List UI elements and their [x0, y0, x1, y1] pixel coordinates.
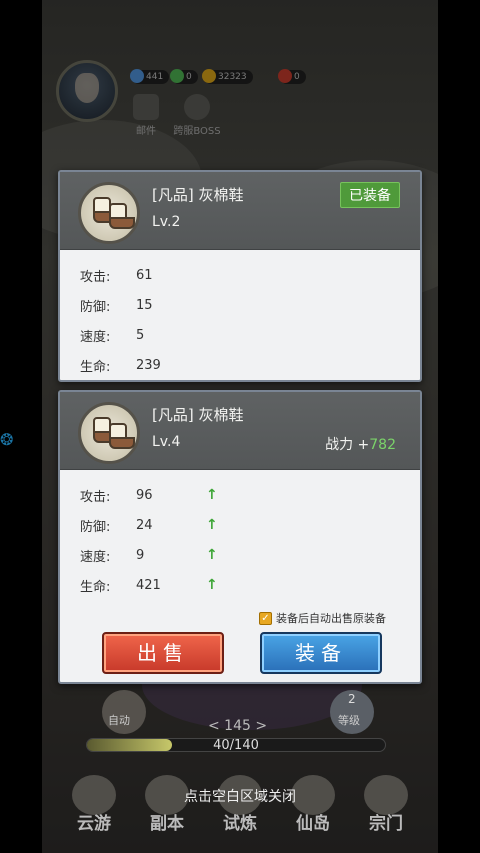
level-label: 等级	[338, 714, 360, 727]
nav-label: 宗门	[369, 814, 403, 834]
stat-value: 61	[136, 267, 153, 283]
stat-value: 15	[136, 297, 153, 313]
new-item-header: [凡品] 灰棉鞋 Lv.4 战力 +782	[60, 392, 420, 470]
item-name: [凡品] 灰棉鞋	[152, 186, 244, 204]
stat-up-arrow-icon: ↑	[206, 577, 218, 593]
stat-value: 239	[136, 357, 161, 373]
nav-label: 仙岛	[296, 814, 330, 834]
stat-row: 防御: 24 ↑	[80, 510, 218, 540]
auto-sell-label: 装备后自动出售原装备	[276, 612, 386, 625]
close-hint: 点击空白区域关闭	[184, 789, 296, 805]
stat-row: 攻击: 61	[80, 260, 206, 290]
stat-value: 5	[136, 327, 145, 343]
stat-value: 9	[136, 547, 145, 563]
stat-value: 96	[136, 487, 153, 503]
stat-row: 防御: 15	[80, 290, 206, 320]
stat-label: 攻击:	[80, 489, 111, 505]
nav-label: 副本	[150, 814, 184, 834]
stat-label: 防御:	[80, 519, 111, 535]
auto-sell-checkbox[interactable]: ✓	[259, 611, 272, 625]
cotton-boots-icon	[78, 182, 140, 244]
stat-row: 生命: 421 ↑	[80, 570, 218, 600]
equip-button[interactable]: 装备	[260, 632, 382, 674]
sell-button[interactable]: 出售	[102, 632, 224, 674]
stat-up-arrow-icon: ↑	[206, 487, 218, 503]
stat-label: 生命:	[80, 359, 111, 375]
item-level: Lv.2	[152, 214, 181, 230]
stat-row: 生命: 239	[80, 350, 206, 380]
level-number: 2	[348, 692, 356, 706]
stat-label: 攻击:	[80, 269, 111, 285]
power-value: 782	[369, 437, 396, 453]
combat-power: 战力 +782	[325, 434, 396, 454]
new-item-stats: 攻击: 96 ↑ 防御: 24 ↑ 速度: 9 ↑ 生命: 421 ↑	[80, 480, 218, 600]
auto-sell-option[interactable]: ✓ 装备后自动出售原装备	[259, 610, 386, 626]
item-level: Lv.4	[152, 434, 181, 450]
power-label: 战力 +	[325, 437, 370, 453]
stat-row: 速度: 9 ↑	[80, 540, 218, 570]
stage-progress-bar: 40/140	[86, 738, 386, 753]
stat-label: 防御:	[80, 299, 111, 315]
nav-label: 试炼	[223, 814, 257, 834]
stat-row: 攻击: 96 ↑	[80, 480, 218, 510]
progress-text: 40/140	[213, 738, 259, 753]
equipped-badge: 已装备	[340, 182, 400, 208]
stat-label: 速度:	[80, 329, 111, 345]
stat-label: 生命:	[80, 579, 111, 595]
stat-value: 24	[136, 517, 153, 533]
auto-label: 自动	[108, 714, 130, 727]
item-name: [凡品] 灰棉鞋	[152, 406, 244, 424]
bottom-hud: 自动 2 等级 < 145 > 40/140	[58, 690, 422, 753]
equipped-item-header: [凡品] 灰棉鞋 Lv.2 已装备	[60, 172, 420, 250]
nav-label: 云游	[77, 814, 111, 834]
stat-up-arrow-icon: ↑	[206, 547, 218, 563]
equipped-item-card: [凡品] 灰棉鞋 Lv.2 已装备 攻击: 61 防御: 15 速度: 5 生命…	[58, 170, 422, 382]
stat-row: 速度: 5	[80, 320, 206, 350]
stage-selector[interactable]: < 145 >	[208, 718, 267, 734]
new-item-card: [凡品] 灰棉鞋 Lv.4 战力 +782 攻击: 96 ↑ 防御: 24 ↑ …	[58, 390, 422, 684]
stat-value: 421	[136, 577, 161, 593]
stat-label: 速度:	[80, 549, 111, 565]
stat-up-arrow-icon: ↑	[206, 517, 218, 533]
cotton-boots-icon	[78, 402, 140, 464]
equipped-stats: 攻击: 61 防御: 15 速度: 5 生命: 239	[80, 260, 206, 380]
